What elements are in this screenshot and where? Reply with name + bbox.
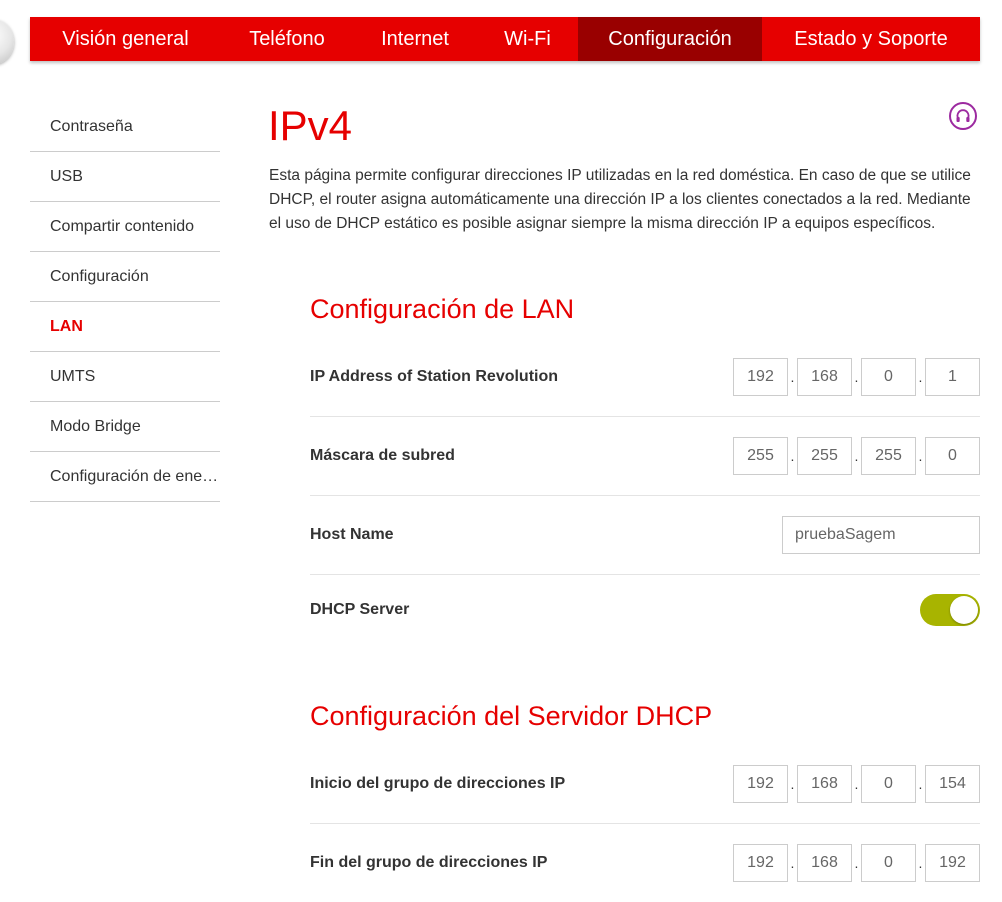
octet-separator: . xyxy=(854,855,859,871)
tab-wifi[interactable]: Wi-Fi xyxy=(477,17,578,61)
pool-end-octet-3[interactable]: 0 xyxy=(861,844,916,882)
ip-address-octet-3[interactable]: 0 xyxy=(861,358,916,396)
sidebar-item-modo-bridge[interactable]: Modo Bridge xyxy=(30,402,220,452)
pool-end-octet-2[interactable]: 168 xyxy=(797,844,852,882)
pool-start-row: Inicio del grupo de direcciones IP 192 .… xyxy=(310,745,980,824)
pool-end-octet-4[interactable]: 192 xyxy=(925,844,980,882)
sidebar: Contraseña USB Compartir contenido Confi… xyxy=(30,102,220,502)
pool-end-octet-1[interactable]: 192 xyxy=(733,844,788,882)
octet-separator: . xyxy=(854,448,859,464)
ip-address-octet-4[interactable]: 1 xyxy=(925,358,980,396)
tab-estado-soporte[interactable]: Estado y Soporte xyxy=(762,17,980,61)
brand-logo xyxy=(0,20,14,64)
sidebar-item-label: USB xyxy=(50,167,83,185)
dhcp-server-label: DHCP Server xyxy=(310,601,410,618)
sidebar-item-umts[interactable]: UMTS xyxy=(30,352,220,402)
ip-address-input-group: 192 . 168 . 0 . 1 xyxy=(733,358,980,396)
ip-address-octet-2[interactable]: 168 xyxy=(797,358,852,396)
subnet-mask-octet-3[interactable]: 255 xyxy=(861,437,916,475)
sidebar-item-compartir-contenido[interactable]: Compartir contenido xyxy=(30,202,220,252)
host-name-label: Host Name xyxy=(310,526,394,543)
sidebar-item-lan[interactable]: LAN xyxy=(30,302,220,352)
subnet-mask-row: Máscara de subred 255 . 255 . 255 . 0 xyxy=(310,417,980,496)
tab-telefono[interactable]: Teléfono xyxy=(221,17,353,61)
page-description: Esta página permite configurar direccion… xyxy=(269,167,971,232)
host-name-row: Host Name pruebaSagem xyxy=(310,496,980,575)
toggle-knob xyxy=(950,596,978,624)
octet-separator: . xyxy=(790,448,795,464)
sidebar-item-label: Configuración de energía xyxy=(50,467,220,485)
sidebar-item-label: Compartir contenido xyxy=(50,217,195,235)
refresh-help-icon[interactable] xyxy=(949,102,977,130)
ip-address-row: IP Address of Station Revolution 192 . 1… xyxy=(310,338,980,417)
subnet-mask-octet-2[interactable]: 255 xyxy=(797,437,852,475)
subnet-mask-input-group: 255 . 255 . 255 . 0 xyxy=(733,437,980,475)
tab-internet[interactable]: Internet xyxy=(353,17,477,61)
subnet-mask-label: Máscara de subred xyxy=(310,447,455,464)
pool-start-input-group: 192 . 168 . 0 . 154 xyxy=(733,765,980,803)
sidebar-item-contrasena[interactable]: Contraseña xyxy=(30,102,220,152)
octet-separator: . xyxy=(918,448,923,464)
pool-end-input-group: 192 . 168 . 0 . 192 xyxy=(733,844,980,882)
subnet-mask-octet-1[interactable]: 255 xyxy=(733,437,788,475)
sidebar-item-label: LAN xyxy=(50,317,83,335)
pool-end-row: Fin del grupo de direcciones IP 192 . 16… xyxy=(310,824,980,902)
pool-start-octet-1[interactable]: 192 xyxy=(733,765,788,803)
sidebar-item-label: Contraseña xyxy=(50,117,133,135)
pool-end-label: Fin del grupo de direcciones IP xyxy=(310,854,548,871)
dhcp-server-row: DHCP Server xyxy=(310,575,980,645)
pool-start-octet-3[interactable]: 0 xyxy=(861,765,916,803)
pool-start-octet-4[interactable]: 154 xyxy=(925,765,980,803)
sidebar-item-label: Modo Bridge xyxy=(50,417,141,435)
sidebar-item-label: UMTS xyxy=(50,367,96,385)
sidebar-item-configuracion[interactable]: Configuración xyxy=(30,252,220,302)
pool-start-octet-2[interactable]: 168 xyxy=(797,765,852,803)
octet-separator: . xyxy=(918,855,923,871)
host-name-input[interactable]: pruebaSagem xyxy=(782,516,980,554)
lan-section-title: Configuración de LAN xyxy=(310,294,575,324)
octet-separator: . xyxy=(790,776,795,792)
top-navigation: Visión general Teléfono Internet Wi-Fi C… xyxy=(30,17,980,61)
octet-separator: . xyxy=(854,369,859,385)
octet-separator: . xyxy=(790,855,795,871)
sidebar-item-label: Configuración xyxy=(50,267,149,285)
sidebar-item-configuracion-energia[interactable]: Configuración de energía xyxy=(30,452,220,502)
dhcp-server-toggle[interactable] xyxy=(920,594,980,626)
ip-address-label: IP Address of Station Revolution xyxy=(310,368,559,385)
pool-start-label: Inicio del grupo de direcciones IP xyxy=(310,775,566,792)
tab-vision-general[interactable]: Visión general xyxy=(30,17,221,61)
octet-separator: . xyxy=(854,776,859,792)
page-title: IPv4 xyxy=(268,102,353,149)
refresh-help-glyph xyxy=(956,109,970,122)
subnet-mask-octet-4[interactable]: 0 xyxy=(925,437,980,475)
octet-separator: . xyxy=(790,369,795,385)
octet-separator: . xyxy=(918,369,923,385)
ip-address-octet-1[interactable]: 192 xyxy=(733,358,788,396)
octet-separator: . xyxy=(918,776,923,792)
tab-configuracion[interactable]: Configuración xyxy=(578,17,762,61)
sidebar-item-usb[interactable]: USB xyxy=(30,152,220,202)
dhcp-section-title: Configuración del Servidor DHCP xyxy=(310,701,713,731)
